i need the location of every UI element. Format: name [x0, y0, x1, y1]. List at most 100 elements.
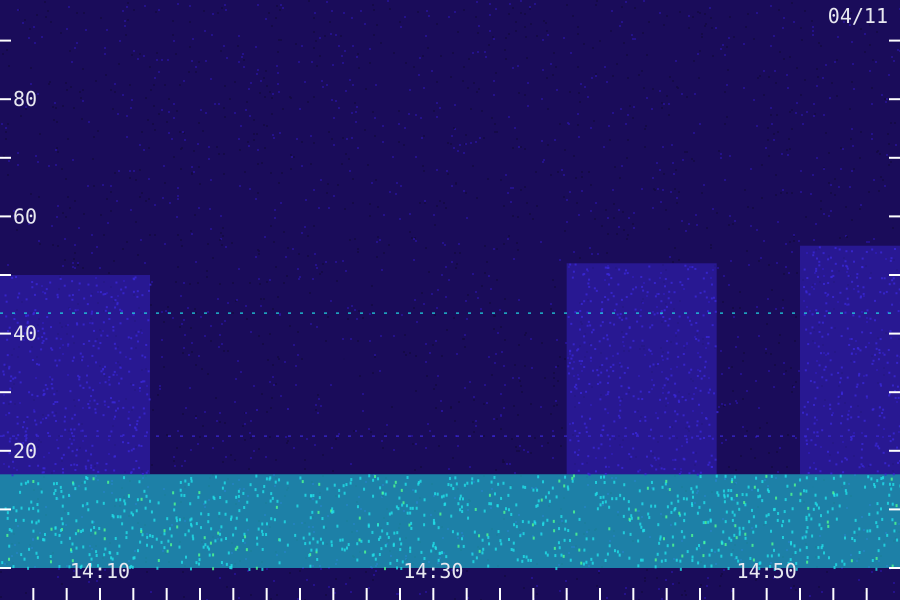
noise-speck — [140, 239, 142, 241]
band-speck — [806, 526, 809, 530]
noise-speck — [811, 20, 813, 22]
noise-speck — [206, 270, 208, 272]
noise-speck — [724, 179, 726, 181]
band-speck — [827, 352, 830, 355]
band-speck — [179, 480, 182, 484]
noise-speck — [760, 257, 762, 259]
noise-speck — [531, 367, 533, 369]
noise-speck — [859, 208, 861, 210]
band-speck — [510, 548, 513, 552]
band-speck — [97, 470, 100, 473]
noise-speck — [814, 113, 816, 115]
noise-speck — [469, 466, 471, 468]
noise-speck — [594, 218, 596, 220]
band-speck — [731, 510, 734, 514]
noise-speck — [240, 371, 242, 373]
noise-speck — [425, 591, 427, 593]
noise-speck — [436, 81, 438, 83]
noise-speck — [510, 187, 512, 189]
band-speck — [661, 485, 664, 489]
band-speck — [60, 457, 63, 460]
noise-speck — [529, 6, 531, 8]
band-speck — [589, 417, 592, 420]
band-speck — [691, 559, 694, 563]
band-speck — [242, 491, 245, 495]
noise-speck — [208, 146, 210, 148]
band-speck — [771, 542, 774, 546]
band-speck — [55, 481, 58, 485]
band-speck — [707, 336, 710, 339]
noise-speck — [421, 292, 423, 294]
noise-speck — [355, 111, 357, 113]
band-speck — [380, 547, 383, 551]
band-speck — [390, 511, 393, 515]
band-speck — [104, 381, 107, 384]
band-speck — [613, 309, 616, 312]
noise-speck — [489, 3, 491, 5]
noise-speck — [626, 238, 628, 240]
band-speck — [735, 536, 738, 540]
band-speck — [578, 359, 581, 362]
noise-speck — [365, 571, 367, 573]
band-speck — [875, 342, 878, 345]
noise-speck — [110, 89, 112, 91]
noise-speck — [356, 318, 358, 320]
band-speck — [136, 420, 139, 423]
band-speck — [724, 474, 727, 478]
noise-speck — [234, 573, 236, 575]
noise-speck — [577, 33, 579, 35]
band-speck — [827, 293, 830, 296]
band-speck — [628, 517, 631, 521]
band-speck — [646, 486, 649, 490]
noise-speck — [491, 374, 493, 376]
noise-speck — [354, 102, 356, 104]
band-speck — [283, 520, 286, 524]
band-speck — [51, 411, 54, 414]
noise-speck — [293, 344, 295, 346]
band-speck — [398, 496, 401, 500]
noise-speck — [114, 172, 116, 174]
band-speck — [810, 517, 813, 521]
band-speck — [686, 316, 689, 319]
band-speck — [5, 300, 8, 303]
noise-speck — [275, 383, 277, 385]
noise-speck — [369, 313, 371, 315]
band-speck — [625, 392, 628, 395]
noise-speck — [413, 238, 415, 240]
noise-speck — [463, 338, 465, 340]
noise-speck — [495, 72, 497, 74]
y-tick-label: 60 — [13, 204, 37, 228]
band-speck — [143, 412, 146, 415]
noise-speck — [599, 40, 601, 42]
band-speck — [265, 533, 268, 537]
band-speck — [757, 488, 760, 492]
noise-speck — [475, 291, 477, 293]
noise-speck — [181, 245, 183, 247]
noise-speck — [392, 156, 394, 158]
noise-speck — [245, 109, 247, 111]
noise-speck — [190, 230, 192, 232]
noise-speck — [299, 570, 301, 572]
noise-speck — [825, 64, 827, 66]
noise-speck — [332, 470, 334, 472]
band-speck — [466, 481, 469, 485]
noise-speck — [524, 365, 526, 367]
noise-speck — [641, 188, 643, 190]
band-speck — [655, 468, 658, 471]
band-speck — [50, 527, 53, 531]
noise-speck — [516, 450, 518, 452]
band-speck — [51, 378, 54, 381]
noise-speck — [124, 20, 126, 22]
noise-speck — [447, 173, 449, 175]
band-speck — [840, 335, 843, 338]
noise-speck — [584, 86, 586, 88]
band-speck — [596, 553, 599, 557]
band-speck — [104, 469, 107, 472]
noise-speck — [212, 447, 214, 449]
noise-speck — [368, 587, 370, 589]
band-speck — [880, 251, 883, 254]
noise-speck — [188, 354, 190, 356]
noise-speck — [356, 106, 358, 108]
band-speck — [356, 542, 359, 546]
band-speck — [598, 340, 601, 343]
